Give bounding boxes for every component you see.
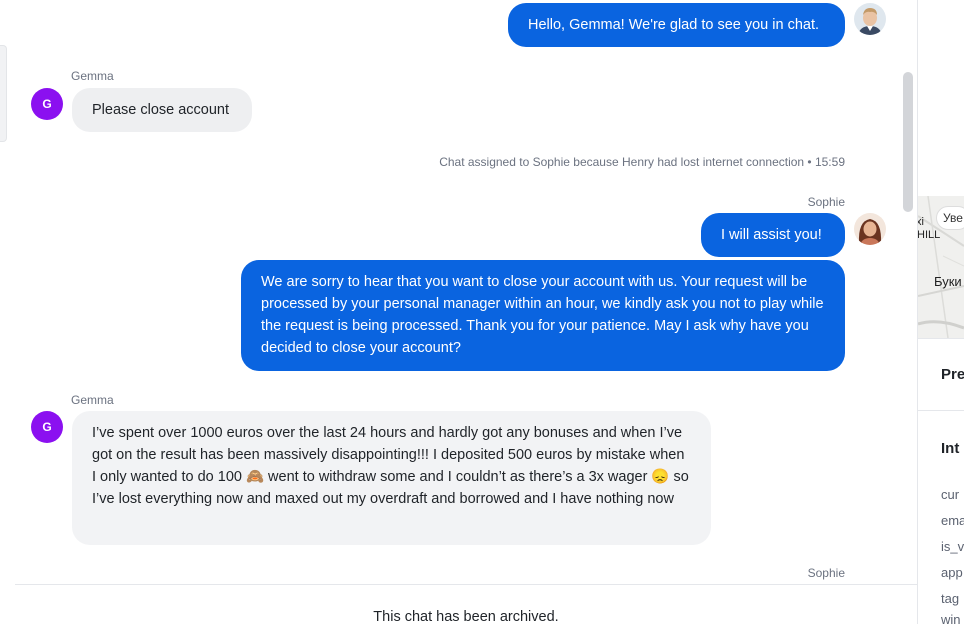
left-panel-edge [0,0,16,624]
customer-message: Please close account [72,88,252,132]
attribute-key: cur [941,487,960,502]
message-author: Sophie [807,195,845,209]
message-author: Gemma [71,69,114,83]
attribute-key: ema [941,513,964,528]
chat-transcript[interactable]: Hello, Gemma! We're glad to see you in c… [15,0,918,624]
map-label: хі [918,216,924,228]
customer-avatar: G [31,88,63,120]
panel-divider [918,410,964,411]
system-message: Chat assigned to Sophie because Henry ha… [439,155,845,169]
attribute-key: win [941,612,961,624]
customer-message: I’ve spent over 1000 euros over the last… [72,411,711,545]
panel-section-title[interactable]: Int [941,440,959,457]
message-text: I’ve spent over 1000 euros over the last… [92,425,689,507]
panel-section-title[interactable]: Pre [941,366,964,383]
panel-divider [918,338,964,339]
agent-henry-avatar [854,3,886,35]
agent-message: We are sorry to hear that you want to cl… [241,260,845,371]
message-text: Please close account [92,102,230,118]
agent-message: Hello, Gemma! We're glad to see you in c… [508,3,845,47]
attribute-key: app [941,565,963,580]
map-label: Буки [934,274,962,289]
details-panel: Уве хі HILL Буки Pre Int cur ema is_v ap… [918,0,964,624]
attribute-key: tag [941,591,960,606]
map-label: HILL [918,229,941,241]
message-text: I will assist you! [721,227,822,243]
message-author: Sophie [807,566,845,580]
map-notice-chip[interactable]: Уве [936,206,964,230]
agent-message: I will assist you! [701,213,845,257]
message-text: We are sorry to hear that you want to cl… [261,274,824,356]
message-text: Hello, Gemma! We're glad to see you in c… [528,17,820,33]
agent-sophie-avatar [854,213,886,245]
attribute-key: is_v [941,539,964,554]
archived-notice: This chat has been archived. [373,609,559,625]
location-map[interactable]: Уве хі HILL Буки [918,196,964,338]
message-author: Gemma [71,393,114,407]
left-panel-tab[interactable] [0,45,7,142]
customer-avatar: G [31,411,63,443]
chat-footer: This chat has been archived. [15,584,917,625]
chat-scrollbar[interactable] [903,72,913,212]
